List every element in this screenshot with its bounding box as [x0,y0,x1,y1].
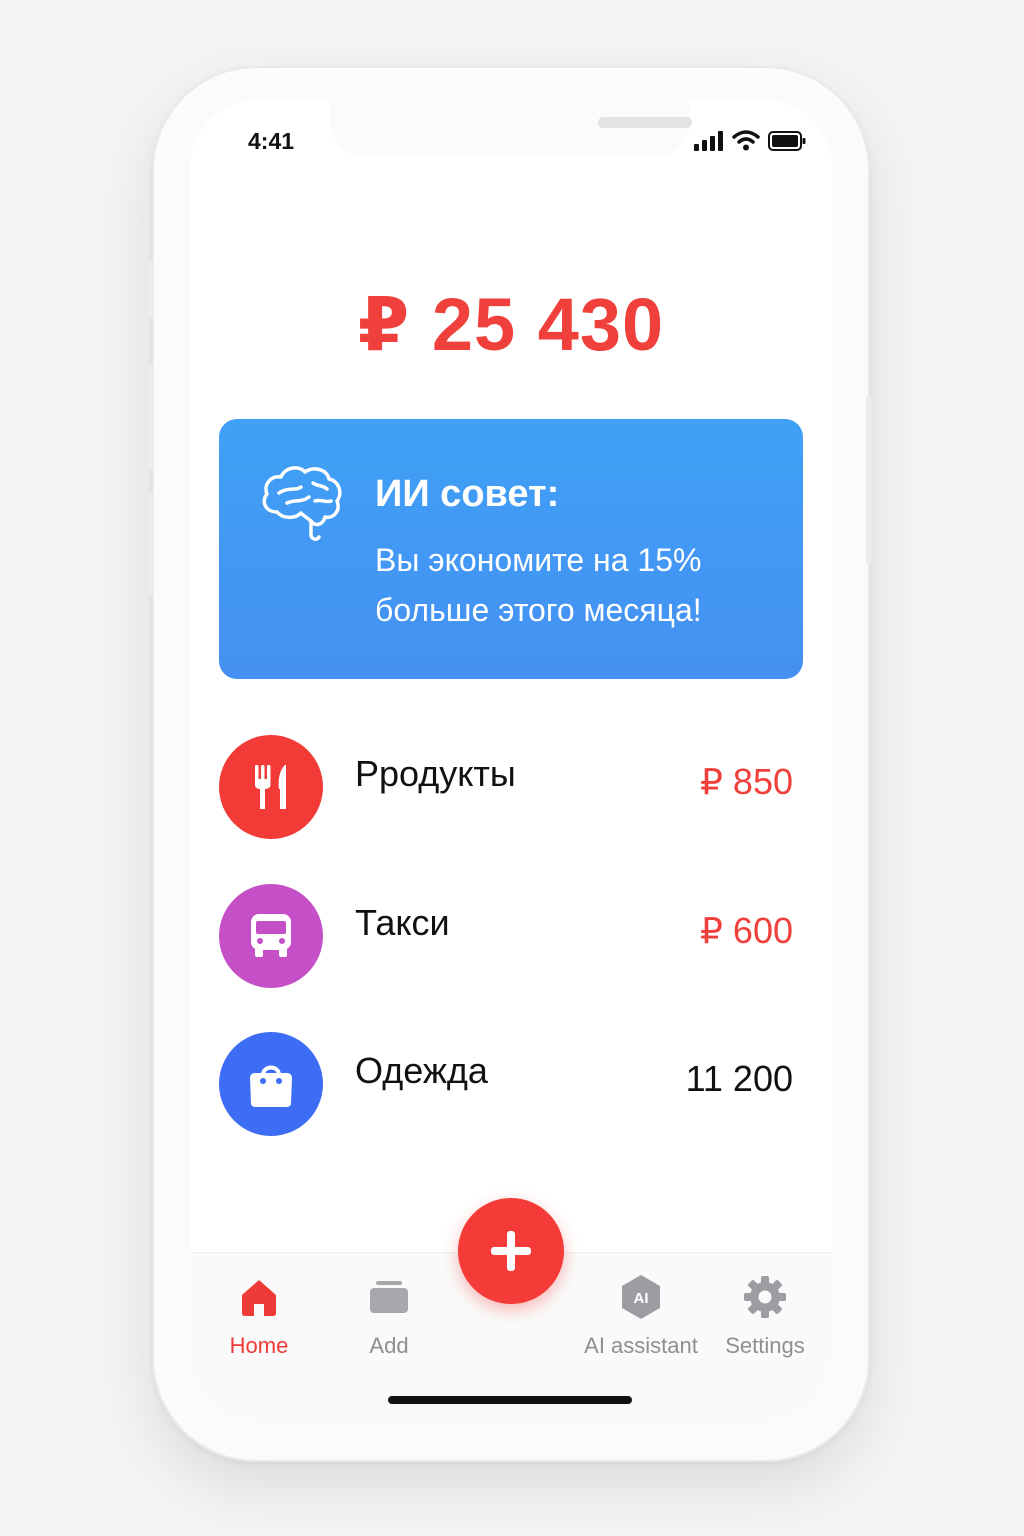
home-icon [194,1271,324,1323]
category-amount: ₽ 850 [700,761,793,802]
category-icon-circle [219,1032,323,1136]
category-row-products[interactable]: Рродукты ₽ 850 [219,735,793,839]
bus-icon [251,914,291,957]
category-icon-circle [219,735,323,839]
tab-label: Add [369,1333,409,1358]
tab-label: Home [229,1333,289,1358]
ai-tip-message: Вы экономите на 15% больше этого месяца! [375,542,702,628]
tab-add[interactable]: Add [324,1271,454,1359]
fork-knife-icon [255,765,286,809]
ai-tip-title: ИИ совет: [375,473,560,515]
notch [330,100,692,156]
tab-home[interactable]: Home [194,1271,324,1359]
shopping-bag-icon [250,1065,292,1107]
category-row-taxi[interactable]: Такси ₽ 600 [219,884,793,988]
tab-ai-assistant[interactable]: AI AI assistant [576,1271,706,1359]
phone-power-button [866,396,872,564]
status-icons [694,130,806,151]
speaker-grille [598,117,692,128]
status-time: 4:41 [248,128,295,154]
category-icon-circle [219,884,323,988]
category-name: Одежда [355,1050,488,1091]
gear-icon [700,1271,830,1323]
phone-mute-switch [148,262,154,318]
category-amount: ₽ 600 [700,910,793,951]
signal-icon [694,130,723,151]
svg-text:AI: AI [634,1290,649,1307]
brain-icon [262,466,342,541]
app-screen: 4:41 ₽ 25 430 ИИ совет: Вы экономите на … [190,100,832,1424]
cards-icon [324,1271,454,1323]
phone-volume-up [148,366,154,470]
tab-settings[interactable]: Settings [700,1271,830,1359]
plus-icon [491,1231,531,1271]
category-name: Такси [355,902,450,943]
ai-tip-card[interactable]: ИИ совет: Вы экономите на 15% больше это… [219,419,803,679]
home-indicator[interactable] [388,1396,632,1404]
total-balance: ₽ 25 430 [357,283,665,366]
category-name: Рродукты [355,753,516,794]
category-row-clothes[interactable]: Одежда 11 200 [219,1032,793,1136]
wifi-icon [732,130,760,151]
tab-label: AI assistant [584,1333,698,1358]
ai-hexagon-icon: AI [576,1271,706,1323]
battery-icon [768,130,806,151]
tab-label: Settings [725,1333,805,1358]
add-expense-button[interactable] [458,1198,564,1304]
phone-volume-down [148,492,154,596]
category-amount: 11 200 [685,1058,793,1099]
